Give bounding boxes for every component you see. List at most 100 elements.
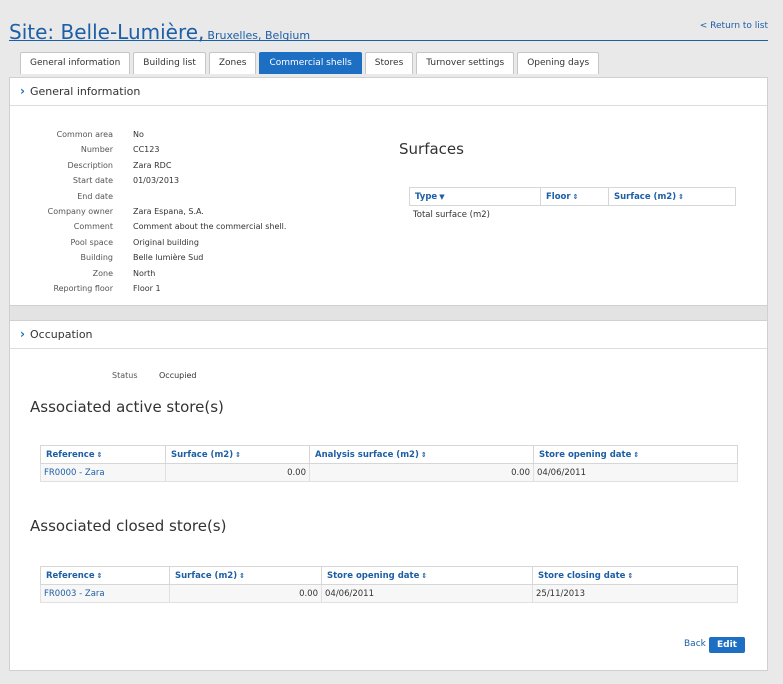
surfaces-table: Type ▼ Floor ⇕ Surface (m2) ⇕ Total surface… — [409, 187, 736, 224]
cell-analysis-surface: 0.00 — [309, 463, 534, 482]
table-row: Total surface (m2) — [409, 205, 736, 224]
edit-button[interactable]: Edit — [709, 637, 745, 653]
info-label: Start date — [72, 176, 113, 186]
sort-icon: ⇕ — [235, 450, 241, 459]
table-header-row: Type ▼ Floor ⇕ Surface (m2) ⇕ — [409, 187, 736, 206]
column-header-opening-date[interactable]: Store opening date ⇕ — [533, 445, 738, 464]
status-label: Status — [112, 371, 138, 380]
sort-icon: ⇕ — [421, 571, 428, 580]
cell-closing-date: 25/11/2013 — [532, 584, 738, 603]
tab-opening-days[interactable]: Opening days — [517, 52, 600, 74]
column-header-surface[interactable]: Surface (m2) ⇕ — [165, 445, 310, 464]
general-information-header[interactable]: › General information — [10, 78, 767, 106]
info-list: Common area No Number CC123 Description Zar… — [10, 127, 287, 296]
tab-building-list[interactable]: Building list — [133, 52, 206, 74]
column-header-surface[interactable]: Surface (m2) ⇕ — [608, 187, 736, 206]
table-header-row: Reference ⇕ Surface (m2) ⇕ Store opening d… — [40, 566, 738, 585]
panel-gap — [9, 306, 768, 320]
closed-stores-table: Reference ⇕ Surface (m2) ⇕ Store opening d… — [40, 566, 738, 603]
column-header-reference[interactable]: Reference ⇕ — [40, 566, 170, 585]
info-row-company-owner: Company owner Zara Espana, S.A. — [10, 204, 286, 219]
general-information-panel: › General information Common area No Numb… — [9, 77, 768, 306]
closed-stores-title: Associated closed store(s) — [30, 517, 227, 535]
sort-icon: ⇕ — [627, 571, 634, 580]
info-row-comment: Comment Comment about the commercial shel… — [10, 219, 287, 234]
occupation-header[interactable]: › Occupation — [10, 321, 767, 349]
surfaces-title: Surfaces — [399, 140, 464, 158]
sort-icon: ⇕ — [420, 450, 427, 459]
chevron-right-icon: › — [20, 84, 25, 98]
section-title: General information — [30, 85, 141, 98]
column-header-floor[interactable]: Floor ⇕ — [540, 187, 609, 206]
cell-opening-date: 04/06/2011 — [533, 463, 738, 482]
status-value: Occupied — [159, 371, 197, 380]
return-to-list-link[interactable]: < Return to list — [700, 21, 768, 31]
column-header-reference[interactable]: Reference ⇕ — [40, 445, 166, 464]
info-label: Pool space — [70, 237, 113, 247]
cell-opening-date: 04/06/2011 — [321, 584, 533, 603]
active-stores-title: Associated active store(s) — [30, 398, 224, 416]
sort-icon: ⇕ — [678, 192, 684, 201]
chevron-right-icon: › — [20, 327, 25, 341]
section-title: Occupation — [30, 328, 93, 341]
info-value: CC123 — [133, 145, 160, 155]
info-label: Zone — [92, 268, 113, 278]
store-reference-link[interactable]: FR0003 - Zara — [44, 589, 105, 599]
sort-icon: ⇕ — [572, 192, 579, 201]
info-label: End date — [77, 191, 113, 201]
info-value: North — [133, 268, 156, 278]
tab-general-information[interactable]: General information — [20, 52, 131, 74]
cell-reference[interactable]: FR0000 - Zara — [40, 463, 166, 482]
table-row: FR0000 - Zara 0.00 0.00 04/06/2011 — [40, 463, 738, 482]
cell-surface — [608, 205, 736, 224]
info-value: Zara RDC — [133, 160, 172, 170]
cell-reference[interactable]: FR0003 - Zara — [40, 584, 170, 603]
tab-turnover-settings[interactable]: Turnover settings — [416, 52, 515, 74]
column-header-closing-date[interactable]: Store closing date ⇕ — [532, 566, 738, 585]
info-row-number: Number CC123 — [10, 142, 286, 157]
cell-surface: 0.00 — [165, 463, 310, 482]
column-header-surface[interactable]: Surface (m2) ⇕ — [169, 566, 322, 585]
info-label: Common area — [56, 130, 113, 139]
column-header-analysis-surface[interactable]: Analysis surface (m2) ⇕ — [309, 445, 534, 464]
info-label: Comment — [73, 222, 113, 232]
info-row-end-date: End date — [10, 189, 286, 204]
info-row-zone: Zone North — [10, 266, 286, 281]
sort-icon: ⇕ — [633, 450, 640, 459]
store-reference-link[interactable]: FR0000 - Zara — [44, 468, 105, 478]
sort-icon: ⇕ — [96, 450, 103, 459]
info-row-reporting-floor: Reporting floor Floor 1 — [10, 281, 286, 296]
column-header-opening-date[interactable]: Store opening date ⇕ — [321, 566, 533, 585]
active-stores-table: Reference ⇕ Surface (m2) ⇕ Analysis surfac… — [40, 445, 738, 482]
cell-surface: 0.00 — [169, 584, 322, 603]
occupation-panel: › Occupation Status Occupied Associated … — [9, 320, 768, 671]
back-link[interactable]: Back — [684, 639, 706, 649]
info-value: Floor 1 — [133, 283, 161, 293]
tab-zones[interactable]: Zones — [208, 52, 257, 74]
info-row-start-date: Start date 01/03/2013 — [10, 173, 286, 188]
info-value: No — [133, 130, 144, 139]
info-row-building: Building Belle lumière Sud — [10, 250, 286, 265]
tab-commercial-shells[interactable]: Commercial shells — [259, 52, 362, 74]
sort-desc-icon: ▼ — [439, 192, 445, 201]
info-label: Company owner — [47, 206, 113, 216]
tab-bar: General information Building list Zones … — [20, 52, 602, 74]
table-row: FR0003 - Zara 0.00 04/06/2011 25/11/2013 — [40, 584, 738, 603]
info-row-description: Description Zara RDC — [10, 158, 286, 173]
info-value: Original building — [133, 237, 199, 247]
info-value: 01/03/2013 — [133, 176, 180, 186]
info-value: Belle lumière Sud — [133, 253, 204, 263]
column-header-type[interactable]: Type ▼ — [409, 187, 541, 206]
table-header-row: Reference ⇕ Surface (m2) ⇕ Analysis surfac… — [40, 445, 738, 464]
info-label: Description — [67, 160, 113, 170]
info-row-common-area: Common area No — [10, 127, 286, 142]
tab-stores[interactable]: Stores — [364, 52, 414, 74]
sort-icon: ⇕ — [96, 571, 103, 580]
header-divider — [9, 40, 768, 41]
info-value: Zara Espana, S.A. — [133, 206, 204, 216]
info-label: Reporting floor — [53, 283, 113, 293]
cell-type: Total surface (m2) — [409, 205, 541, 224]
cell-floor — [540, 205, 609, 224]
info-label: Number — [80, 145, 113, 155]
info-value: Comment about the commercial shell. — [133, 222, 287, 232]
